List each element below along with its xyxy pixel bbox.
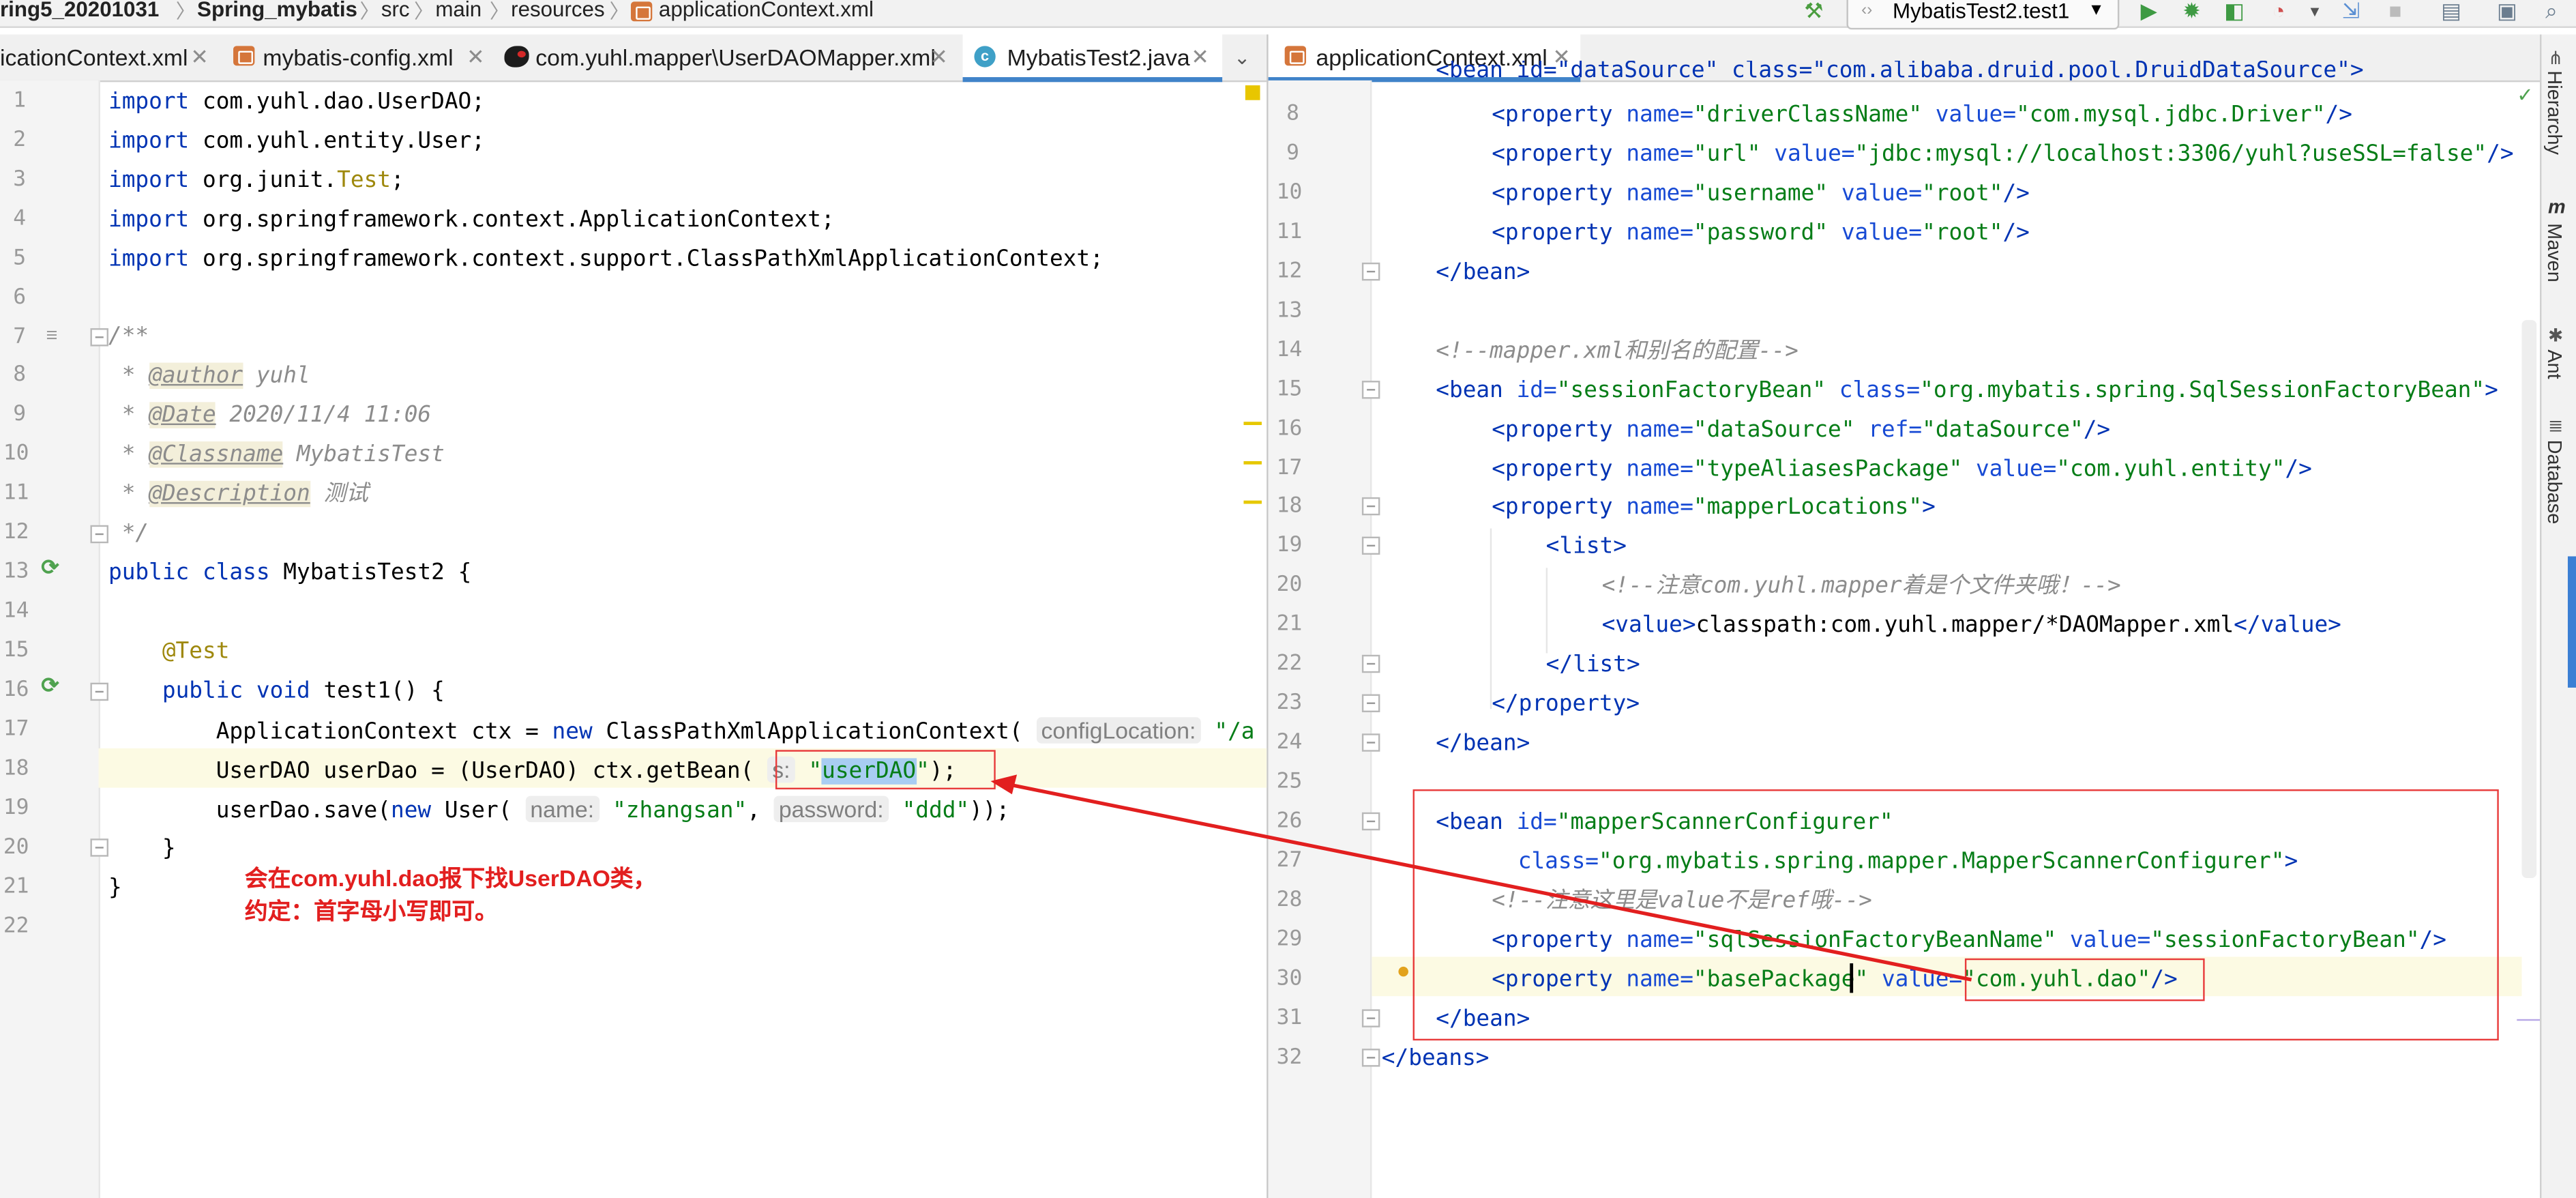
hierarchy-icon[interactable]: ⋔ [2548,48,2563,69]
tool-maven[interactable]: Maven [2543,223,2566,282]
tool-hierarchy[interactable]: Hierarchy [2543,70,2566,155]
scroll-position-marker [2567,556,2576,688]
annotation-arrow-head [990,774,1018,795]
annotation-arrow-line [1008,783,1972,982]
right-tool-window-bar: ⋔ Hierarchy m Maven ✱ Ant ≣ Database [2540,34,2576,1198]
database-icon[interactable]: ≣ [2548,415,2563,437]
maven-icon[interactable]: m [2548,195,2566,218]
ant-icon[interactable]: ✱ [2548,325,2563,347]
tool-ant[interactable]: Ant [2543,349,2566,379]
tool-database[interactable]: Database [2543,440,2566,525]
annotation-arrow [990,774,1972,982]
